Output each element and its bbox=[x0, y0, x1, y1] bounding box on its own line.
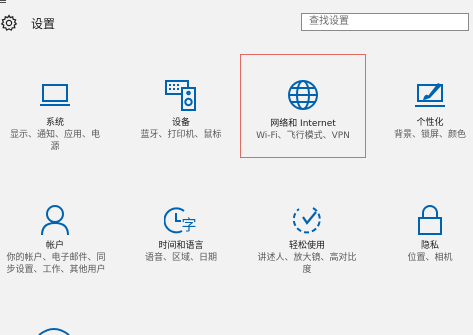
tile-name: 网络和 Internet bbox=[270, 119, 336, 129]
svg-text:字: 字 bbox=[181, 216, 196, 234]
tile-name: 系统 bbox=[45, 118, 64, 128]
tile-name: 设备 bbox=[171, 118, 190, 128]
tile-name: 时间和语言 bbox=[158, 241, 204, 251]
lock-icon bbox=[418, 205, 442, 235]
gear-icon bbox=[0, 14, 18, 31]
laptop-icon bbox=[40, 84, 70, 106]
tile-time-language[interactable]: 字 时间和语言 语音、区域、日期 bbox=[126, 196, 236, 286]
tile-name: 轻松使用 bbox=[288, 241, 325, 251]
globe-icon bbox=[288, 80, 318, 110]
tile-description: 蓝牙、打印机、鼠标 bbox=[140, 130, 222, 140]
tile-name: 帐户 bbox=[45, 241, 64, 251]
tile-accounts[interactable]: 帐户 你的帐户、电子邮件、同步设置、工作、其他用户 bbox=[0, 196, 110, 296]
tile-personalization[interactable]: 个性化 背景、锁屏、颜色 bbox=[384, 70, 473, 160]
tile-name: 个性化 bbox=[416, 118, 444, 128]
paint-brush-icon bbox=[415, 83, 445, 107]
tile-name: 隐私 bbox=[420, 241, 439, 251]
tile-description: Wi-Fi、飞行模式、VPN bbox=[256, 131, 350, 141]
person-icon bbox=[41, 205, 69, 236]
tile-system[interactable]: 系统 显示、通知、应用、电源 bbox=[0, 70, 110, 160]
tile-description: 你的帐户、电子邮件、同步设置、工作、其他用户 bbox=[6, 253, 106, 275]
clock-language-icon: 字 bbox=[164, 207, 197, 234]
page-title: 设置 bbox=[31, 17, 56, 31]
search-input[interactable]: 查找设置 bbox=[301, 13, 469, 31]
keyboard-speaker-icon bbox=[165, 80, 196, 111]
search-placeholder: 查找设置 bbox=[309, 16, 349, 27]
tile-privacy[interactable]: 隐私 位置、相机 bbox=[384, 196, 473, 286]
tile-devices[interactable]: 设备 蓝牙、打印机、鼠标 bbox=[126, 70, 236, 160]
tile-network-internet[interactable]: 网络和 Internet Wi-Fi、飞行模式、VPN bbox=[240, 54, 366, 158]
tile-description: 背景、锁屏、颜色 bbox=[393, 130, 466, 140]
tile-description: 显示、通知、应用、电源 bbox=[9, 130, 100, 152]
header: ≡ 设置 查找设置 bbox=[0, 0, 473, 44]
tile-ease-of-access[interactable]: 轻松使用 讲述人、放大镜、高对比度 bbox=[252, 196, 362, 286]
ease-of-access-icon bbox=[292, 207, 321, 234]
partial-tile-icon bbox=[38, 328, 70, 335]
tile-description: 位置、相机 bbox=[407, 253, 453, 263]
tile-description: 语音、区域、日期 bbox=[144, 253, 217, 263]
tile-description: 讲述人、放大镜、高对比度 bbox=[257, 253, 357, 275]
menu-icon[interactable]: ≡ bbox=[0, 0, 7, 7]
